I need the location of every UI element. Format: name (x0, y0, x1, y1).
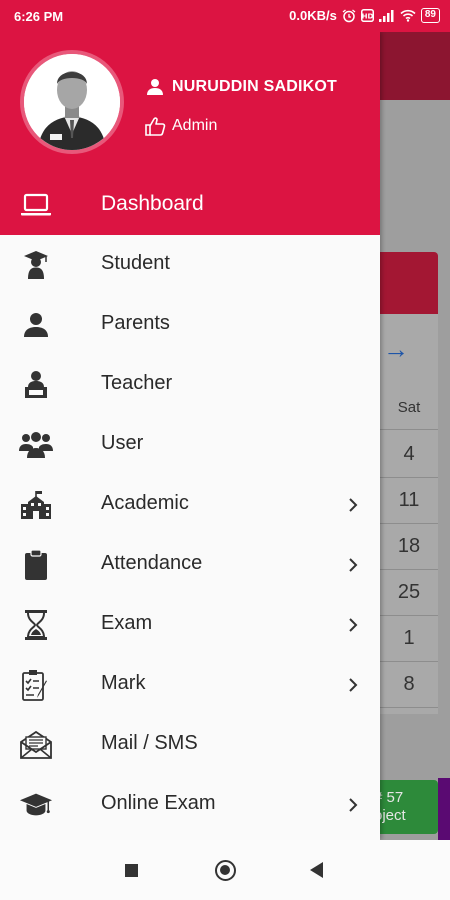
chevron-right-icon (349, 558, 358, 572)
wifi-icon (400, 9, 416, 22)
student-icon (19, 249, 53, 281)
nav-label: User (101, 432, 144, 454)
nav-item-academic[interactable]: Academic (0, 475, 380, 535)
school-icon (19, 489, 53, 521)
user-name: NURUDDIN SADIKOT (172, 78, 337, 95)
chevron-right-icon (349, 498, 358, 512)
status-icons: 0.0KB/s HD 89 (289, 8, 440, 23)
thumbs-up-icon (145, 117, 166, 136)
graduation-cap-icon (19, 789, 53, 821)
nav-item-attendance[interactable]: Attendance (0, 535, 380, 595)
chevron-right-icon (349, 618, 358, 632)
nav-label: Mark (101, 672, 146, 694)
signal-icon (378, 9, 394, 22)
user-avatar-icon (24, 54, 120, 150)
user-name-row: NURUDDIN SADIKOT (146, 78, 337, 96)
nav-label: Student (101, 252, 170, 274)
calendar-cell: 1 (380, 616, 438, 662)
nav-item-online-exam[interactable]: Online Exam (0, 775, 380, 835)
nav-label: Mail / SMS (101, 732, 198, 754)
hd-icon: HD (360, 9, 374, 22)
battery-icon: 89 (420, 8, 440, 23)
users-icon (19, 429, 53, 461)
recent-apps-button[interactable] (125, 864, 138, 877)
clipboard-icon (19, 549, 53, 581)
calendar-day-header: Sat (380, 386, 438, 430)
nav-item-user[interactable]: User (0, 415, 380, 475)
avatar[interactable] (20, 50, 124, 154)
nav-label: Parents (101, 312, 170, 334)
status-bar: 6:26 PM 0.0KB/s HD 89 (0, 0, 450, 32)
background-badge: # 57 oject (370, 780, 438, 834)
nav-label: Online Exam (101, 792, 216, 814)
calendar-cell: 18 (380, 524, 438, 570)
nav-item-teacher[interactable]: Teacher (0, 355, 380, 415)
alarm-icon (342, 8, 356, 22)
nav-label: Teacher (101, 372, 173, 394)
nav-item-exam[interactable]: Exam (0, 595, 380, 655)
back-button[interactable] (310, 862, 323, 878)
mail-icon (19, 729, 53, 761)
arrow-right-icon: → (383, 334, 409, 364)
user-role-row: Admin (144, 116, 217, 136)
svg-text:HD: HD (362, 13, 374, 21)
nav-item-mark[interactable]: Mark (0, 655, 380, 715)
home-button[interactable] (215, 860, 236, 881)
chevron-right-icon (349, 678, 358, 692)
nav-item-student[interactable]: Student (0, 235, 380, 295)
status-time: 6:26 PM (14, 9, 64, 24)
parents-icon (19, 309, 53, 341)
checklist-icon (19, 669, 53, 701)
laptop-icon (19, 189, 53, 221)
nav-item-mail-sms[interactable]: Mail / SMS (0, 715, 380, 775)
nav-label: Attendance (101, 552, 203, 574)
nav-label: Exam (101, 612, 153, 634)
person-icon (147, 79, 163, 95)
hourglass-icon (19, 609, 53, 641)
teacher-icon (19, 369, 53, 401)
calendar-cell: 11 (380, 478, 438, 524)
calendar-cell: 4 (380, 432, 438, 478)
system-navigation-bar (0, 840, 450, 900)
nav-item-parents[interactable]: Parents (0, 295, 380, 355)
nav-label: Academic (101, 492, 189, 514)
nav-label: Dashboard (101, 192, 204, 215)
nav-item-dashboard[interactable]: Dashboard (0, 175, 380, 235)
user-role: Admin (172, 117, 218, 134)
calendar-cell: 25 (380, 570, 438, 616)
chevron-right-icon (349, 798, 358, 812)
network-speed: 0.0KB/s (289, 8, 337, 23)
navigation-drawer: NURUDDIN SADIKOT Admin Dashboard Student… (0, 32, 380, 840)
calendar-cell: 8 (380, 662, 438, 708)
badge-line: # 57 (374, 789, 404, 806)
badge-line: oject (374, 807, 406, 824)
background-strip (438, 778, 450, 840)
drawer-header: NURUDDIN SADIKOT Admin Dashboard (0, 32, 380, 235)
